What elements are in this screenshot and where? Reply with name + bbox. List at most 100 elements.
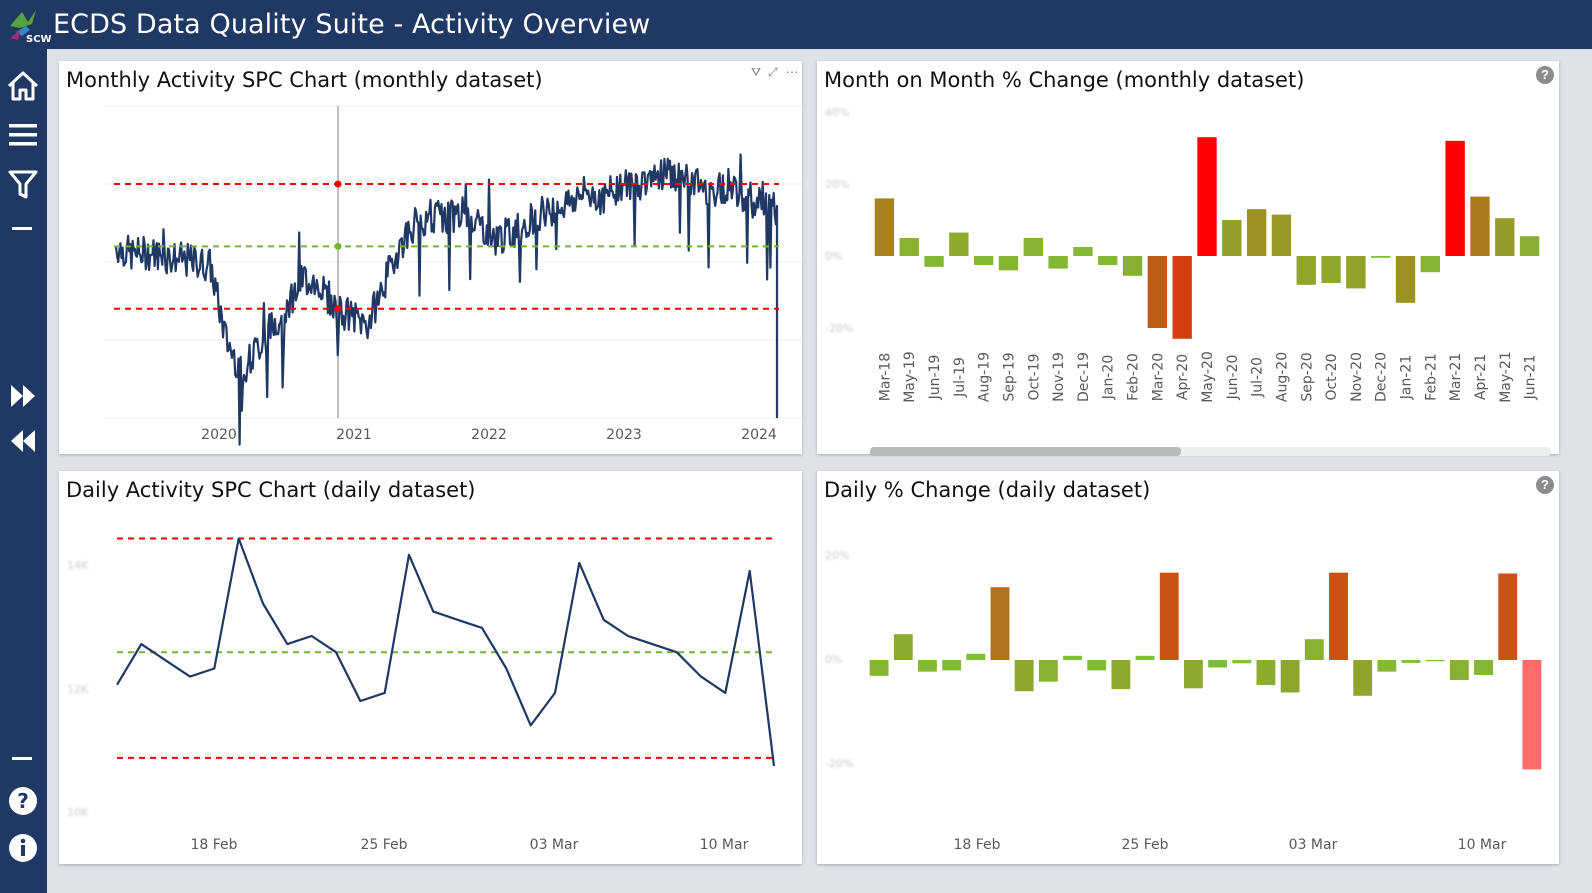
x-tick-label: Apr-20	[1175, 354, 1191, 400]
x-tick-label: Jul-20	[1250, 357, 1266, 398]
daily-change-panel[interactable]: Daily % Change (daily dataset) ? 20% 0% -2…	[817, 471, 1559, 864]
x-tick-label: 2020	[201, 427, 237, 443]
x-tick-label: May-20	[1200, 351, 1216, 403]
bar	[1420, 256, 1441, 273]
bar	[1296, 256, 1316, 285]
x-tick-label: Dec-19	[1076, 352, 1092, 402]
bar	[1222, 220, 1242, 256]
x-tick-label: 10 Mar	[1458, 837, 1507, 853]
filter-icon[interactable]	[6, 167, 40, 201]
bar	[1321, 256, 1341, 283]
bar	[1522, 660, 1542, 770]
x-tick-label: Jan-21	[1399, 355, 1415, 400]
x-tick-label: Jun-19	[927, 355, 943, 401]
bar	[1377, 660, 1397, 672]
x-tick-label: 2022	[471, 427, 507, 443]
x-tick-label: 18 Feb	[190, 837, 237, 853]
collapse-icon[interactable]	[6, 211, 40, 245]
monthly-spc-chart: 2020 2021 2022 2023 2024	[104, 105, 802, 446]
x-tick-label: Aug-20	[1274, 352, 1290, 402]
y-tick-label: 40%	[825, 106, 849, 119]
monthly-spc-panel[interactable]: Monthly Activity SPC Chart (monthly data…	[59, 61, 802, 454]
bar	[1087, 660, 1107, 671]
activity-series-line	[116, 537, 776, 767]
bar	[1111, 660, 1131, 690]
mom-change-chart: 40% 20% 0% -20% Mar-18 May-19 Jun-19 Jul-19 Aug-…	[825, 106, 1540, 403]
bar	[918, 660, 937, 672]
minimize-icon[interactable]	[6, 741, 40, 775]
bar	[1147, 256, 1168, 328]
bar	[1498, 573, 1518, 660]
bar	[899, 238, 919, 256]
svg-text:?: ?	[17, 789, 29, 813]
dashboard-canvas: Monthly Activity SPC Chart (monthly data…	[47, 49, 1592, 893]
x-tick-label: Jan-20	[1101, 355, 1117, 400]
menu-icon[interactable]	[6, 118, 40, 152]
bar	[1329, 572, 1348, 660]
bar	[1449, 660, 1469, 680]
bar	[1470, 196, 1490, 256]
bar	[1495, 218, 1515, 256]
scw-logo: SCW	[10, 10, 52, 44]
bar	[990, 587, 1010, 660]
cursor-point	[334, 180, 342, 188]
x-tick-label: Jun-21	[1523, 355, 1539, 401]
x-tick-label: Feb-21	[1423, 353, 1439, 401]
sidebar: ?	[0, 49, 47, 893]
bar	[1232, 660, 1252, 664]
bar	[1023, 238, 1043, 256]
bar	[1183, 660, 1203, 689]
x-tick-label: Aug-19	[977, 352, 993, 402]
bar	[1280, 660, 1300, 693]
bar	[998, 256, 1019, 271]
bar	[893, 634, 913, 660]
y-tick-label: 14K	[67, 559, 89, 572]
bar	[1395, 256, 1416, 303]
bar	[1172, 256, 1192, 339]
top-bar: SCW ECDS Data Quality Suite - Activity O…	[0, 0, 1592, 49]
bar	[973, 256, 994, 265]
bar	[1159, 572, 1179, 660]
bar	[1246, 209, 1267, 256]
x-tick-label: Mar-18	[877, 353, 893, 401]
x-tick-label: May-19	[902, 351, 918, 403]
y-tick-label: -20%	[825, 322, 853, 335]
bar	[924, 256, 944, 267]
bar	[1038, 660, 1058, 682]
bar	[869, 660, 889, 676]
x-tick-label: Nov-20	[1349, 352, 1365, 402]
x-tick-label: 03 Mar	[530, 837, 579, 853]
cursor-point	[334, 305, 342, 313]
back-icon[interactable]	[6, 424, 40, 458]
x-tick-label: 18 Feb	[953, 837, 1000, 853]
info-icon[interactable]	[6, 831, 40, 865]
bar	[1271, 214, 1292, 256]
daily-spc-panel[interactable]: Daily Activity SPC Chart (daily dataset)…	[59, 471, 802, 864]
x-tick-label: 03 Mar	[1289, 837, 1338, 853]
home-icon[interactable]	[6, 69, 40, 103]
forward-icon[interactable]	[6, 379, 40, 413]
bar	[1098, 256, 1118, 265]
bar	[874, 198, 895, 256]
y-tick-label: 0%	[825, 250, 842, 263]
x-tick-label: Jul-19	[952, 357, 968, 398]
cursor-point	[334, 242, 342, 250]
x-tick-label: Mar-20	[1150, 353, 1166, 401]
y-tick-label: 20%	[825, 178, 849, 191]
bar	[949, 232, 969, 256]
x-tick-label: 10 Mar	[700, 837, 749, 853]
y-tick-label: -20%	[825, 757, 853, 770]
bar	[1304, 639, 1324, 660]
x-tick-label: Sep-20	[1299, 352, 1315, 401]
bar	[1208, 660, 1228, 668]
x-tick-label: 25 Feb	[1121, 837, 1168, 853]
scrollbar-thumb[interactable]	[870, 447, 1181, 456]
bar	[1519, 236, 1540, 256]
help-icon[interactable]: ?	[6, 784, 40, 818]
mom-change-panel[interactable]: Month on Month % Change (monthly dataset…	[817, 61, 1559, 456]
x-tick-label: 2024	[741, 427, 777, 443]
daily-spc-chart: 14K 12K 10K 18 Feb 25 Feb 03 Mar 10 Mar	[67, 537, 776, 853]
x-tick-label: Oct-19	[1026, 353, 1042, 400]
bar	[1048, 256, 1068, 269]
y-tick-label: 12K	[67, 683, 89, 696]
